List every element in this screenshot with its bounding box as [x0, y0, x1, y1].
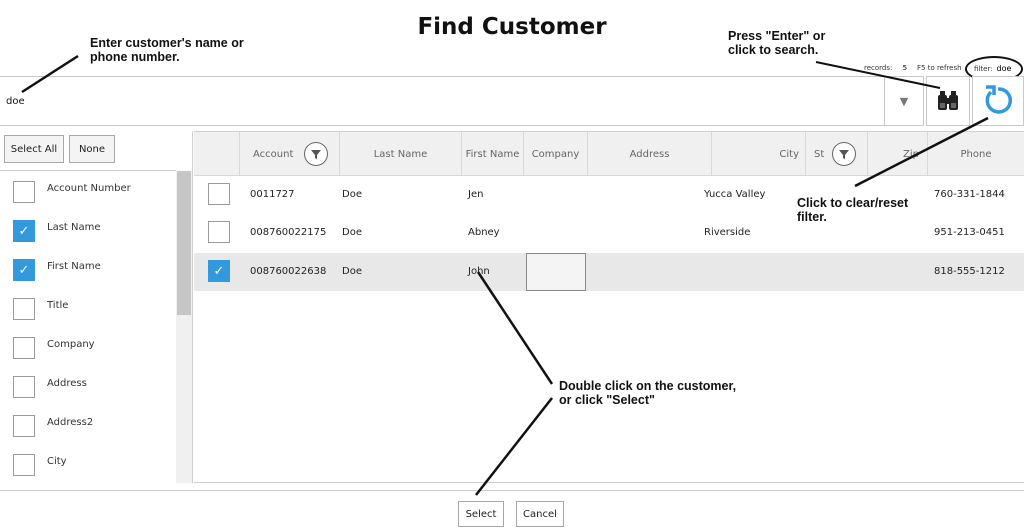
cell-last-name: Doe	[342, 227, 362, 238]
select-all-button[interactable]: Select All	[4, 135, 64, 163]
cell-last-name: Doe	[342, 266, 362, 277]
cell-first-name: Abney	[468, 227, 500, 238]
row-checkbox[interactable]: ✓	[208, 260, 230, 282]
column-header-last-name[interactable]: Last Name	[340, 132, 462, 176]
field-item-company[interactable]: Company	[0, 327, 176, 366]
search-field-list: Account Number ✓ Last Name ✓ First Name …	[0, 170, 176, 482]
chevron-down-icon: ▼	[899, 94, 909, 108]
filter-value: doe	[996, 64, 1012, 73]
records-label: records:	[864, 64, 893, 72]
search-button[interactable]	[926, 76, 970, 126]
annotation-double-click: Double click on the customer, or click "…	[559, 379, 736, 407]
records-count: records: 5	[864, 64, 907, 72]
filter-indicator: filter: doe	[974, 64, 1011, 73]
field-label: Title	[47, 300, 69, 311]
annotation-enter-name: Enter customer's name or phone number.	[90, 36, 244, 64]
cancel-button[interactable]: Cancel	[516, 501, 564, 527]
cell-city: Riverside	[704, 227, 751, 238]
field-item-last-name[interactable]: ✓ Last Name	[0, 210, 176, 249]
field-label: Company	[47, 339, 95, 350]
column-header-label: St	[814, 148, 825, 160]
cell-account: 008760022175	[250, 227, 327, 238]
field-item-address2[interactable]: Address2	[0, 405, 176, 444]
field-label: Address2	[47, 417, 94, 428]
field-item-account-number[interactable]: Account Number	[0, 171, 176, 210]
search-history-dropdown[interactable]: ▼	[884, 76, 924, 126]
annotation-clear-filter: Click to clear/reset filter.	[797, 196, 908, 224]
checkbox[interactable]: ✓	[13, 220, 35, 242]
checkbox[interactable]	[13, 337, 35, 359]
checkbox[interactable]	[13, 454, 35, 476]
column-header-company[interactable]: Company	[524, 132, 588, 176]
field-label: Address	[47, 378, 87, 389]
annotation-double-click-line1: Double click on the customer,	[559, 379, 737, 393]
funnel-icon[interactable]	[832, 142, 856, 166]
funnel-icon[interactable]	[304, 142, 328, 166]
cell-account: 008760022638	[250, 266, 327, 277]
field-item-first-name[interactable]: ✓ First Name	[0, 249, 176, 288]
row-checkbox[interactable]	[208, 183, 230, 205]
annotation-press-enter-line1: Press "Enter" or	[728, 29, 826, 43]
table-row-selected[interactable]: ✓ 008760022638 Doe John 818-555-1212	[194, 253, 1024, 291]
row-checkbox[interactable]	[208, 221, 230, 243]
annotation-press-enter: Press "Enter" or click to search.	[728, 29, 825, 57]
filter-label: filter:	[974, 65, 993, 73]
annotation-enter-name-line1: Enter customer's name or	[90, 36, 244, 50]
annotation-enter-name-line2: phone number.	[90, 50, 180, 64]
cell-phone: 818-555-1212	[934, 266, 1005, 277]
customer-grid: Account Last Name First Name Company Add…	[194, 131, 1024, 483]
field-item-title[interactable]: Title	[0, 288, 176, 327]
cell-phone: 760-331-1844	[934, 189, 1005, 200]
grid-header: Account Last Name First Name Company Add…	[194, 132, 1024, 176]
checkbox[interactable]	[13, 376, 35, 398]
cell-first-name: John	[468, 266, 490, 277]
column-header-city[interactable]: City	[712, 132, 806, 176]
checkbox[interactable]	[13, 415, 35, 437]
annotation-press-enter-line2: click to search.	[728, 43, 819, 57]
annotation-clear-filter-line1: Click to clear/reset	[797, 196, 909, 210]
field-label: First Name	[47, 261, 101, 272]
field-label: Account Number	[47, 183, 131, 194]
checkmark-icon: ✓	[18, 262, 30, 278]
checkbox[interactable]: ✓	[13, 259, 35, 281]
column-header-zip[interactable]: Zip	[868, 132, 928, 176]
cell-phone: 951-213-0451	[934, 227, 1005, 238]
annotation-double-click-line2: or click "Select"	[559, 393, 655, 407]
scrollbar-thumb[interactable]	[177, 171, 191, 315]
field-item-address[interactable]: Address	[0, 366, 176, 405]
field-label: City	[47, 456, 67, 467]
refresh-hint: F5 to refresh	[917, 64, 962, 72]
refresh-icon	[985, 85, 1012, 114]
cell-company-focused[interactable]	[526, 253, 586, 291]
column-header-label: Account	[253, 148, 294, 160]
field-label: Last Name	[47, 222, 101, 233]
column-header-first-name[interactable]: First Name	[462, 132, 524, 176]
field-item-city[interactable]: City	[0, 444, 176, 482]
search-input[interactable]	[0, 76, 880, 126]
checkmark-icon: ✓	[18, 223, 30, 239]
select-none-button[interactable]: None	[69, 135, 115, 163]
binoculars-icon	[938, 91, 958, 110]
cell-last-name: Doe	[342, 189, 362, 200]
dialog-footer	[0, 490, 1024, 531]
find-customer-window: Find Customer Enter customer's name or p…	[0, 0, 1024, 531]
checkbox[interactable]	[13, 181, 35, 203]
column-header-phone[interactable]: Phone	[928, 132, 1024, 176]
field-list-scrollbar[interactable]	[176, 171, 192, 483]
checkmark-icon: ✓	[213, 263, 225, 279]
cell-first-name: Jen	[468, 189, 484, 200]
column-header-state[interactable]: St	[806, 132, 868, 176]
cell-city: Yucca Valley	[704, 189, 766, 200]
cell-account: 0011727	[250, 189, 295, 200]
column-header-account[interactable]: Account	[240, 132, 340, 176]
reset-filter-button[interactable]	[972, 76, 1024, 126]
checkbox[interactable]	[13, 298, 35, 320]
records-value: 5	[902, 64, 908, 72]
select-button[interactable]: Select	[458, 501, 504, 527]
column-header-select	[194, 132, 240, 176]
annotation-clear-filter-line2: filter.	[797, 210, 827, 224]
column-header-address[interactable]: Address	[588, 132, 712, 176]
